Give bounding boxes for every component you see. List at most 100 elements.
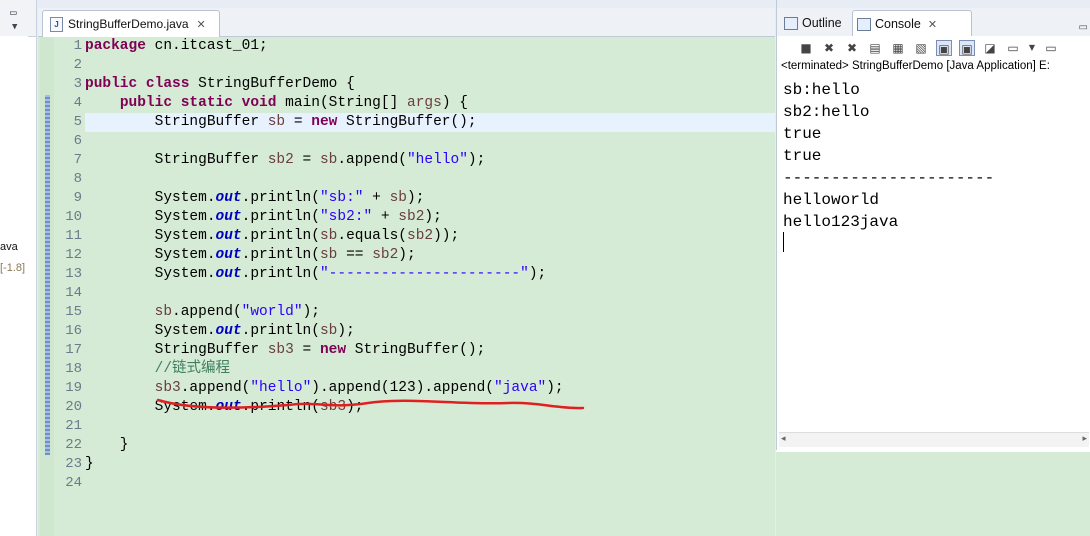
scroll-right-icon[interactable]: ▸ xyxy=(1082,434,1087,444)
code-editor: J StringBufferDemo.java ✕ 1 2 3 4 5 6 7 8 9 10 11 1… xyxy=(38,8,775,536)
code-token: out xyxy=(215,228,242,244)
code-token: package xyxy=(85,38,146,54)
code-token: out xyxy=(215,266,242,282)
code-line[interactable]: System.out.println("sb2:" + sb2); xyxy=(85,208,442,227)
code-token: ); xyxy=(337,323,355,339)
code-area[interactable]: package cn.itcast_01;public class String… xyxy=(85,37,775,536)
package-explorer-header: ▭ ▼ xyxy=(0,0,36,37)
java-file-icon: J xyxy=(50,16,63,32)
code-token: "sb:" xyxy=(319,190,364,206)
code-token: cn.itcast_01; xyxy=(145,38,268,54)
line-number: 14 xyxy=(65,285,82,301)
code-token: } xyxy=(85,437,129,453)
code-line[interactable]: sb3.append("hello").append(123).append("… xyxy=(85,379,564,398)
code-line[interactable]: public static void main(String[] args) { xyxy=(85,94,468,113)
code-token: ); xyxy=(302,304,320,320)
code-line[interactable]: System.out.println("sb:" + sb); xyxy=(85,189,425,208)
code-line[interactable]: StringBuffer sb2 = sb.append("hello"); xyxy=(85,151,486,170)
code-token: .append( xyxy=(337,152,407,168)
code-line[interactable]: System.out.println("--------------------… xyxy=(85,265,547,284)
code-token: sb2 xyxy=(372,247,399,263)
code-token: sb3 xyxy=(267,342,294,358)
line-number: 3 xyxy=(73,76,82,92)
change-ruler xyxy=(40,37,54,536)
tree-item-label[interactable]: ava xyxy=(0,241,18,253)
code-line[interactable]: System.out.println(sb); xyxy=(85,322,355,341)
code-line[interactable]: System.out.println(sb3); xyxy=(85,398,364,417)
lower-panel-area xyxy=(776,452,1090,536)
code-token: sb xyxy=(389,190,407,206)
console-line: sb:hello xyxy=(783,81,860,99)
code-token: ); xyxy=(346,399,364,415)
code-token: "world" xyxy=(241,304,303,320)
right-panel: Outline Console ✕ ▭ ■ ✖ ✖ ▤ ▦ ▧ ▣ ▣ ◪ ▭ … xyxy=(776,0,1090,536)
code-token: out xyxy=(215,209,242,225)
line-number: 22 xyxy=(65,437,82,453)
code-line[interactable]: public class StringBufferDemo { xyxy=(85,75,355,94)
editor-tab-bar: J StringBufferDemo.java ✕ xyxy=(38,8,775,37)
code-token: System. xyxy=(85,266,216,282)
code-token: + xyxy=(363,190,390,206)
code-token: = xyxy=(285,114,312,130)
console-output[interactable]: sb:hello sb2:hello true true ---------------… xyxy=(783,79,1083,233)
code-token: sb3 xyxy=(154,380,181,396)
code-token: System. xyxy=(85,228,216,244)
line-number: 23 xyxy=(65,456,82,472)
code-token: sb xyxy=(319,323,338,339)
code-token: ); xyxy=(407,190,425,206)
code-line[interactable]: System.out.println(sb == sb2); xyxy=(85,246,416,265)
code-token: sb xyxy=(319,247,338,263)
horizontal-scrollbar[interactable]: ◂ ▸ xyxy=(779,432,1089,447)
line-number: 19 xyxy=(65,380,82,396)
console-line: helloworld xyxy=(783,191,880,209)
line-number: 13 xyxy=(65,266,82,282)
code-line[interactable]: sb.append("world"); xyxy=(85,303,320,322)
console-line: true xyxy=(783,147,822,165)
code-token: .println( xyxy=(241,266,320,282)
code-token: )); xyxy=(433,228,460,244)
code-token: "sb2:" xyxy=(319,209,373,225)
console-line: sb2:hello xyxy=(783,103,870,121)
code-line[interactable]: StringBuffer sb3 = new StringBuffer(); xyxy=(85,341,486,360)
code-line[interactable]: System.out.println(sb.equals(sb2)); xyxy=(85,227,460,246)
minimize-icon[interactable]: ▭ xyxy=(10,6,17,19)
line-number: 11 xyxy=(65,228,82,244)
line-number-gutter: 1 2 3 4 5 6 7 8 9 10 11 12 13 14 15 16 17 18 19 20 21 22 23 24 xyxy=(54,37,84,536)
code-token: public xyxy=(119,95,173,111)
code-token: ) { xyxy=(441,95,468,111)
code-line[interactable]: package cn.itcast_01; xyxy=(85,37,268,56)
code-token: .append( xyxy=(172,304,242,320)
code-token: } xyxy=(85,456,94,472)
code-line[interactable]: StringBuffer sb = new StringBuffer(); xyxy=(85,113,477,132)
code-token: public xyxy=(85,76,138,92)
code-token: .equals( xyxy=(337,228,407,244)
code-token: new xyxy=(311,114,338,130)
console-area[interactable]: <terminated> StringBufferDemo [Java Appl… xyxy=(776,0,1090,450)
code-token: out xyxy=(215,247,242,263)
code-line[interactable]: } xyxy=(85,436,129,455)
close-icon[interactable]: ✕ xyxy=(197,18,206,31)
line-number: 18 xyxy=(65,361,82,377)
code-token: args xyxy=(407,95,442,111)
code-token: sb3 xyxy=(319,399,347,415)
code-line[interactable]: } xyxy=(85,455,94,474)
editor-body[interactable]: 1 2 3 4 5 6 7 8 9 10 11 12 13 14 15 16 17 18 19 20 21 22 23 24 … xyxy=(38,37,775,536)
line-number: 1 xyxy=(73,38,82,54)
line-number: 2 xyxy=(73,57,82,73)
code-token: + xyxy=(372,209,399,225)
view-menu-icon[interactable]: ▼ xyxy=(12,22,17,32)
console-status: <terminated> StringBufferDemo [Java Appl… xyxy=(781,60,1050,72)
scroll-left-icon[interactable]: ◂ xyxy=(781,434,786,444)
code-token: "----------------------" xyxy=(319,266,529,282)
tab-stringbufferdemo[interactable]: J StringBufferDemo.java ✕ xyxy=(42,10,220,37)
code-line[interactable]: //链式编程 xyxy=(85,360,230,379)
code-token: StringBuffer xyxy=(85,114,268,130)
code-token: ); xyxy=(467,152,486,168)
line-number: 9 xyxy=(73,190,82,206)
code-token: .println( xyxy=(241,228,320,244)
